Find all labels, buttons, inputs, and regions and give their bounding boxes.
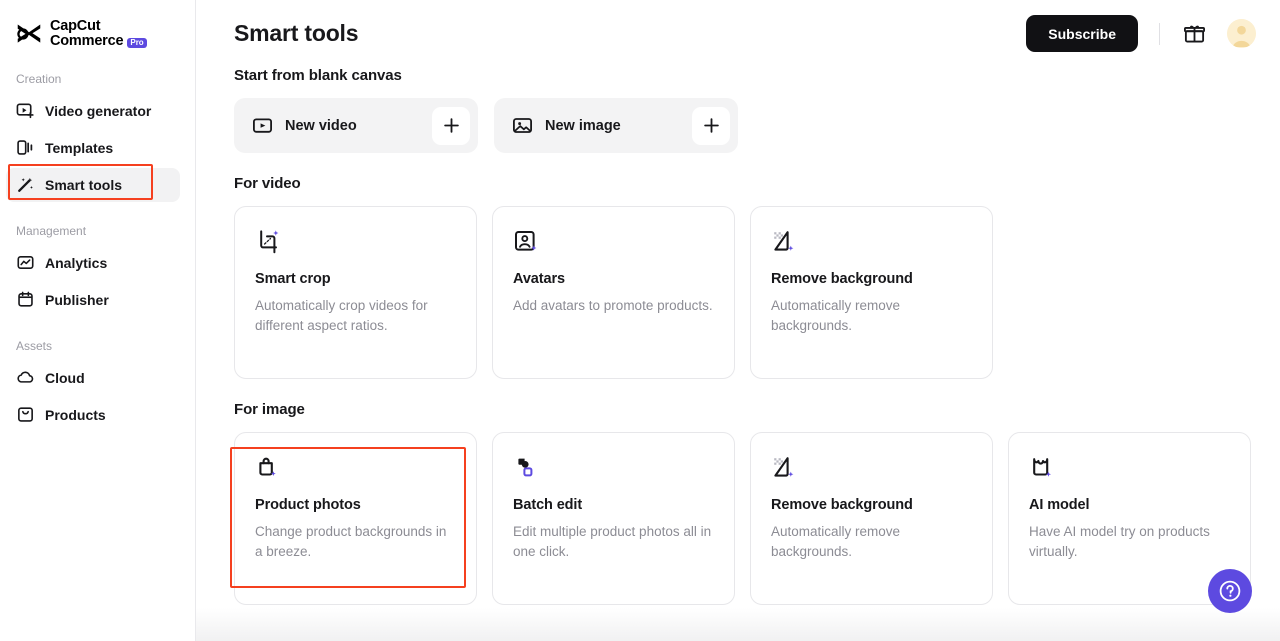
publisher-icon <box>16 290 35 309</box>
tool-card-title: Product photos <box>255 497 456 513</box>
capcut-logo-icon <box>15 21 43 47</box>
topbar-actions: Subscribe <box>1026 15 1256 52</box>
play-rect-icon <box>252 115 273 136</box>
tool-card-remove-background-video[interactable]: Remove background Automatically remove b… <box>750 206 993 379</box>
blank-canvas-card-row: New video <box>234 98 1256 153</box>
remove-background-icon <box>771 229 972 255</box>
sidebar-item-cloud[interactable]: Cloud <box>6 361 180 395</box>
sidebar-item-label: Smart tools <box>45 177 122 193</box>
sidebar-item-label: Products <box>45 407 106 423</box>
tool-card-desc: Automatically crop videos for different … <box>255 296 456 336</box>
video-generator-icon <box>16 101 35 120</box>
new-video-card[interactable]: New video <box>234 98 478 153</box>
tool-card-desc: Edit multiple product photos all in one … <box>513 522 714 562</box>
sidebar-item-label: Templates <box>45 140 113 156</box>
page-title: Smart tools <box>234 20 358 47</box>
avatar[interactable] <box>1227 19 1256 48</box>
avatars-icon <box>513 229 714 255</box>
products-icon <box>16 405 35 424</box>
tool-card-title: Remove background <box>771 497 972 513</box>
tool-card-desc: Automatically remove backgrounds. <box>771 296 972 336</box>
tool-card-desc: Add avatars to promote products. <box>513 296 714 316</box>
new-video-plus-button[interactable] <box>432 107 470 145</box>
section-title-for-image: For image <box>234 401 1256 418</box>
product-photos-icon <box>255 455 456 481</box>
remove-background-icon <box>771 455 972 481</box>
templates-icon <box>16 138 35 157</box>
bottom-fade-overlay <box>196 608 1280 641</box>
sidebar-item-video-generator[interactable]: Video generator <box>6 94 180 128</box>
sidebar-item-templates[interactable]: Templates <box>6 131 180 165</box>
new-image-label: New image <box>545 118 692 134</box>
pro-badge: Pro <box>127 38 146 49</box>
topbar: Smart tools Subscribe <box>196 0 1280 67</box>
sidebar-item-smart-tools[interactable]: Smart tools <box>6 168 180 202</box>
section-title-for-video: For video <box>234 175 1256 192</box>
logo-line-2-text: Commerce <box>50 34 123 49</box>
sidebar-item-analytics[interactable]: Analytics <box>6 246 180 280</box>
for-image-card-grid: Product photos Change product background… <box>234 432 1256 605</box>
subscribe-button[interactable]: Subscribe <box>1026 15 1138 52</box>
logo-line-1: CapCut <box>50 19 147 34</box>
section-for-image: For image Product photos Change product … <box>234 401 1256 605</box>
tool-card-desc: Automatically remove backgrounds. <box>771 522 972 562</box>
main-content: Smart tools Subscribe <box>196 0 1280 641</box>
sidebar-item-publisher[interactable]: Publisher <box>6 283 180 317</box>
tool-card-title: Remove background <box>771 271 972 287</box>
logo-wordmark: CapCut Commerce Pro <box>50 19 147 50</box>
new-video-label: New video <box>285 118 432 134</box>
tool-card-title: Batch edit <box>513 497 714 513</box>
smart-tools-icon <box>16 175 35 194</box>
gift-icon[interactable] <box>1181 21 1207 47</box>
analytics-icon <box>16 253 35 272</box>
tool-card-avatars[interactable]: Avatars Add avatars to promote products. <box>492 206 735 379</box>
sidebar-item-label: Publisher <box>45 292 109 308</box>
tool-card-batch-edit[interactable]: Batch edit Edit multiple product photos … <box>492 432 735 605</box>
tool-card-smart-crop[interactable]: Smart crop Automatically crop videos for… <box>234 206 477 379</box>
app-logo[interactable]: CapCut Commerce Pro <box>0 0 195 50</box>
topbar-divider <box>1159 23 1160 45</box>
logo-line-2: Commerce Pro <box>50 34 147 49</box>
sidebar-group-label-management: Management <box>0 224 195 238</box>
batch-edit-icon <box>513 455 714 481</box>
image-icon <box>512 115 533 136</box>
sidebar: CapCut Commerce Pro Creation Video gener… <box>0 0 196 641</box>
content-area: Start from blank canvas New video <box>196 67 1280 605</box>
sidebar-item-label: Analytics <box>45 255 107 271</box>
section-for-video: For video Smart crop Automatica <box>234 175 1256 379</box>
section-blank-canvas: Start from blank canvas New video <box>234 67 1256 153</box>
tool-card-title: Smart crop <box>255 271 456 287</box>
tool-card-product-photos[interactable]: Product photos Change product background… <box>234 432 477 605</box>
tool-card-title: Avatars <box>513 271 714 287</box>
help-button[interactable] <box>1208 569 1252 613</box>
for-video-card-grid: Smart crop Automatically crop videos for… <box>234 206 1256 379</box>
ai-model-icon <box>1029 455 1230 481</box>
tool-card-desc: Have AI model try on products virtually. <box>1029 522 1230 562</box>
question-mark-icon <box>1218 579 1242 603</box>
sidebar-item-label: Video generator <box>45 103 151 119</box>
app-root: CapCut Commerce Pro Creation Video gener… <box>0 0 1280 641</box>
cloud-icon <box>16 368 35 387</box>
sidebar-group-label-assets: Assets <box>0 339 195 353</box>
sidebar-item-products[interactable]: Products <box>6 398 180 432</box>
sidebar-item-label: Cloud <box>45 370 85 386</box>
smart-crop-icon <box>255 229 456 255</box>
sidebar-group-label-creation: Creation <box>0 72 195 86</box>
tool-card-title: AI model <box>1029 497 1230 513</box>
tool-card-remove-background-image[interactable]: Remove background Automatically remove b… <box>750 432 993 605</box>
new-image-plus-button[interactable] <box>692 107 730 145</box>
tool-card-desc: Change product backgrounds in a breeze. <box>255 522 456 562</box>
section-title-blank-canvas: Start from blank canvas <box>234 67 1256 84</box>
new-image-card[interactable]: New image <box>494 98 738 153</box>
